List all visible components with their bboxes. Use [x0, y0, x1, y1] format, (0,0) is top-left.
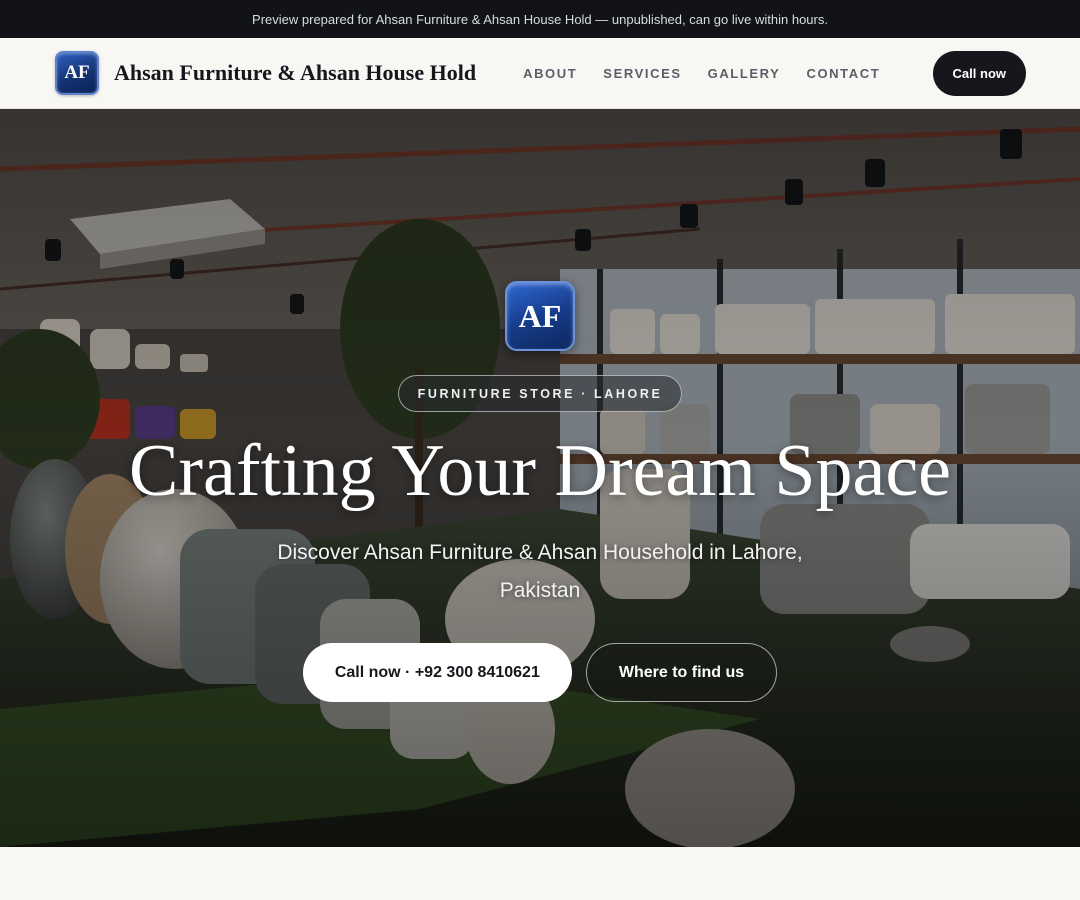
preview-banner-text: Preview prepared for Ahsan Furniture & A… — [252, 11, 828, 27]
logo-badge[interactable]: AF — [55, 51, 99, 95]
hero-logo-text: AF — [518, 297, 562, 334]
next-section — [0, 847, 1080, 900]
nav-link-services[interactable]: SERVICES — [603, 66, 681, 81]
hero-actions: Call now · +92 300 8410621 Where to find… — [302, 643, 778, 702]
hero-content: AF FURNITURE STORE · LAHORE Crafting You… — [0, 109, 1080, 847]
main-nav: ABOUT SERVICES GALLERY CONTACT — [523, 66, 880, 81]
preview-banner: Preview prepared for Ahsan Furniture & A… — [0, 0, 1080, 38]
header-call-button[interactable]: Call now — [932, 50, 1026, 96]
logo-text: AF — [64, 62, 90, 83]
nav-link-gallery[interactable]: GALLERY — [708, 66, 781, 81]
nav-link-about[interactable]: ABOUT — [523, 66, 577, 81]
hero-eyebrow-badge: FURNITURE STORE · LAHORE — [397, 375, 683, 412]
hero-call-button[interactable]: Call now · +92 300 8410621 — [302, 643, 572, 702]
hero-location-button[interactable]: Where to find us — [585, 643, 778, 702]
site-header: AF Ahsan Furniture & Ahsan House Hold AB… — [0, 38, 1080, 109]
hero-subtitle: Discover Ahsan Furniture & Ahsan Househo… — [277, 541, 803, 602]
nav-link-contact[interactable]: CONTACT — [806, 66, 880, 81]
hero-logo-badge: AF — [505, 281, 575, 351]
hero-section: AF FURNITURE STORE · LAHORE Crafting You… — [0, 109, 1080, 847]
brand-name[interactable]: Ahsan Furniture & Ahsan House Hold — [114, 60, 476, 86]
hero-title: Crafting Your Dream Space — [128, 430, 952, 512]
